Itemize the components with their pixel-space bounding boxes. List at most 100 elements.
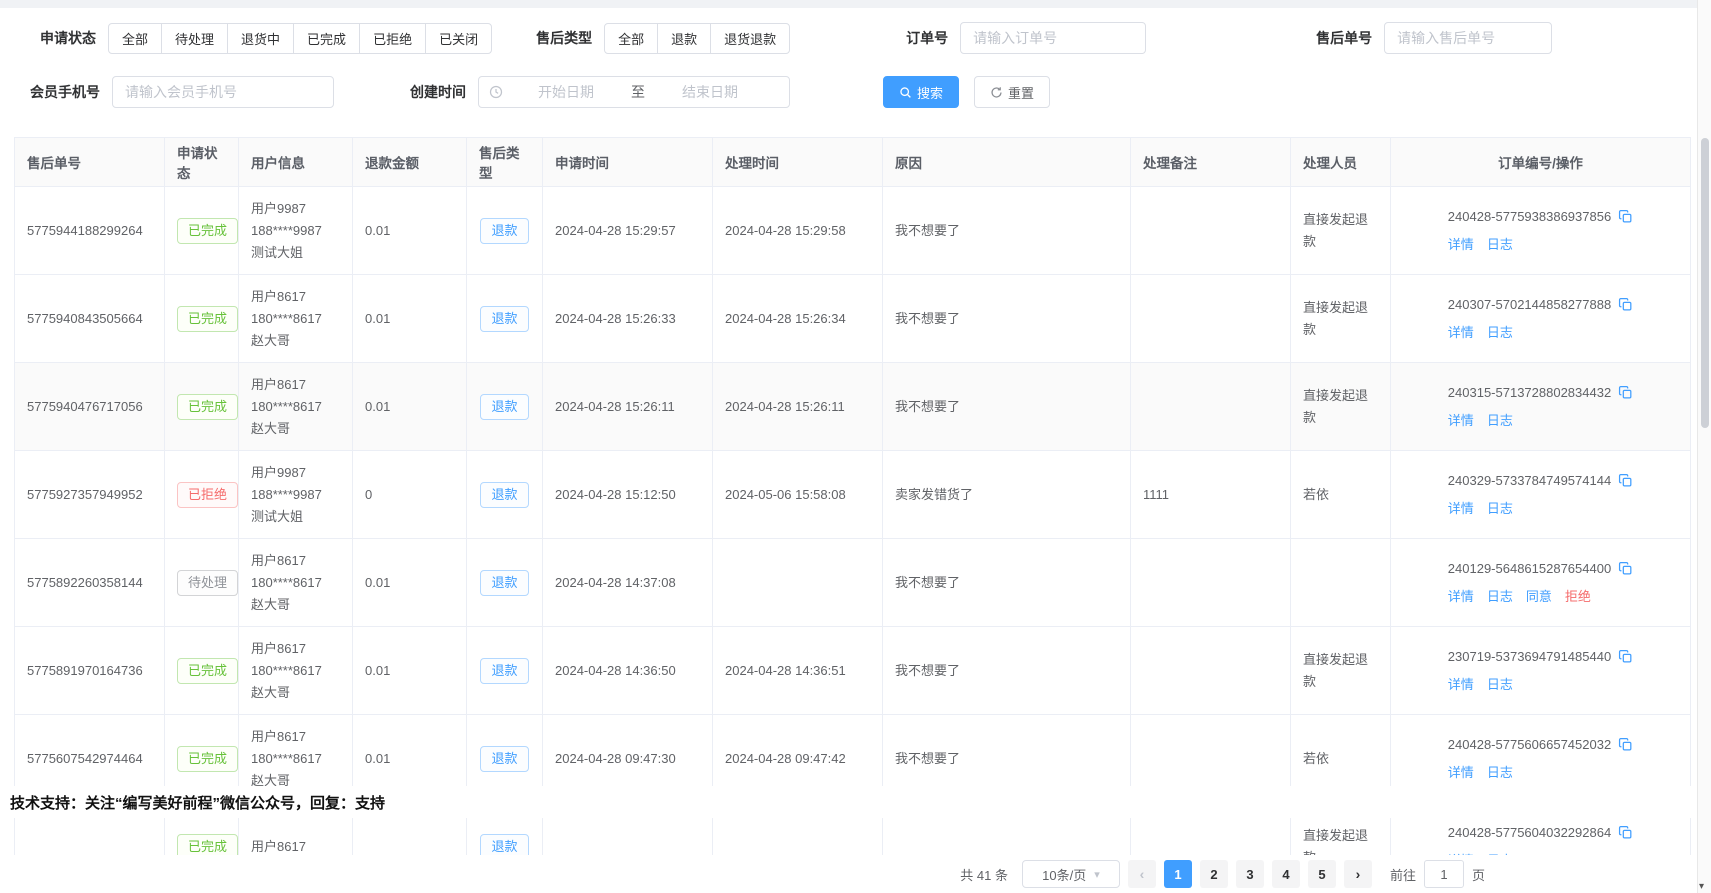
action-link-详情[interactable]: 详情 <box>1448 677 1474 692</box>
status-filter-option-0[interactable]: 全部 <box>108 23 162 54</box>
prev-page-button[interactable]: ‹ <box>1128 860 1156 888</box>
filter-panel: 申请状态 全部待处理退货中已完成已拒绝已关闭 售后类型 全部退款退货退款 订单号… <box>0 22 1711 108</box>
action-link-详情[interactable]: 详情 <box>1448 237 1474 252</box>
action-link-详情[interactable]: 详情 <box>1448 325 1474 340</box>
service-no-input[interactable] <box>1384 22 1552 54</box>
user-info-cell: 用户9987188****9987测试大姐 <box>239 187 353 275</box>
reason-cell: 我不想要了 <box>883 363 1131 451</box>
service-order-number: 5775944188299264 <box>15 187 165 275</box>
end-date-input[interactable] <box>651 84 769 100</box>
action-link-同意[interactable]: 同意 <box>1526 589 1552 604</box>
action-link-日志[interactable]: 日志 <box>1487 325 1513 340</box>
action-link-详情[interactable]: 详情 <box>1448 589 1474 604</box>
phone-input[interactable] <box>112 76 334 108</box>
type-cell: 退款 <box>467 627 543 715</box>
goto-label: 前往 <box>1390 865 1416 884</box>
type-filter-option-0[interactable]: 全部 <box>604 23 658 54</box>
next-page-button[interactable]: › <box>1344 860 1372 888</box>
user-info-line: 180****8617 <box>251 308 340 330</box>
status-filter-option-2[interactable]: 退货中 <box>227 23 294 54</box>
scrollbar-thumb[interactable] <box>1701 138 1709 428</box>
action-link-详情[interactable]: 详情 <box>1448 765 1474 780</box>
row-actions: 详情日志 <box>1448 498 1633 520</box>
order-number-text: 240428-5775604032292864 <box>1448 822 1611 844</box>
service-order-number: 5775940476717056 <box>15 363 165 451</box>
row-actions: 详情日志同意拒绝 <box>1448 586 1633 608</box>
order-no-input[interactable] <box>960 22 1146 54</box>
action-link-日志[interactable]: 日志 <box>1487 237 1513 252</box>
apply-time-cell: 2024-04-28 15:29:57 <box>543 187 713 275</box>
type-filter-option-1[interactable]: 退款 <box>657 23 711 54</box>
copy-icon[interactable] <box>1618 473 1633 488</box>
order-number: 240428-5775604032292864 <box>1448 822 1633 844</box>
table-row: 5775940476717056已完成用户8617180****8617赵大哥0… <box>15 363 1691 451</box>
user-info-line: 180****8617 <box>251 748 340 770</box>
status-filter-option-3[interactable]: 已完成 <box>293 23 360 54</box>
handler-cell: 直接发起退款 <box>1291 363 1391 451</box>
total-count: 共 41 条 <box>960 865 1008 884</box>
copy-icon[interactable] <box>1618 825 1633 840</box>
action-link-日志[interactable]: 日志 <box>1487 677 1513 692</box>
user-info-line: 用户9987 <box>251 462 340 484</box>
order-no-label: 订单号 <box>906 28 948 48</box>
goto-page-input[interactable] <box>1424 860 1464 888</box>
order-number-text: 240329-5733784749574144 <box>1448 470 1611 492</box>
start-date-input[interactable] <box>507 84 625 100</box>
type-tag: 退款 <box>480 218 528 244</box>
handle-time-cell: 2024-04-28 15:26:11 <box>713 363 883 451</box>
page-button-4[interactable]: 4 <box>1272 860 1300 888</box>
row-actions: 详情日志 <box>1448 322 1633 344</box>
copy-icon[interactable] <box>1618 209 1633 224</box>
action-link-日志[interactable]: 日志 <box>1487 765 1513 780</box>
copy-icon[interactable] <box>1618 561 1633 576</box>
user-info-line: 赵大哥 <box>251 594 340 616</box>
created-time-label: 创建时间 <box>410 82 466 102</box>
action-link-详情[interactable]: 详情 <box>1448 413 1474 428</box>
status-filter-option-5[interactable]: 已关闭 <box>425 23 492 54</box>
page-button-1[interactable]: 1 <box>1164 860 1192 888</box>
column-header-7: 原因 <box>883 138 1131 187</box>
refund-amount-cell: 0 <box>353 451 467 539</box>
type-tag: 退款 <box>480 746 528 772</box>
copy-icon[interactable] <box>1618 297 1633 312</box>
type-filter-option-2[interactable]: 退货退款 <box>710 23 790 54</box>
copy-icon[interactable] <box>1618 737 1633 752</box>
table-row: 5775927357949952已拒绝用户9987188****9987测试大姐… <box>15 451 1691 539</box>
action-link-拒绝[interactable]: 拒绝 <box>1565 589 1591 604</box>
status-filter-option-4[interactable]: 已拒绝 <box>359 23 426 54</box>
action-link-日志[interactable]: 日志 <box>1487 501 1513 516</box>
refund-amount-cell: 0.01 <box>353 539 467 627</box>
service-order-number: 5775940843505664 <box>15 275 165 363</box>
search-button[interactable]: 搜索 <box>883 76 959 108</box>
type-tag: 退款 <box>480 570 528 596</box>
status-filter-option-1[interactable]: 待处理 <box>161 23 228 54</box>
copy-icon[interactable] <box>1618 385 1633 400</box>
page-size-select[interactable]: 10条/页 ▾ <box>1022 860 1120 888</box>
status-tag: 已完成 <box>177 306 238 332</box>
order-number-text: 240428-5775938386937856 <box>1448 206 1611 228</box>
type-cell: 退款 <box>467 363 543 451</box>
reason-cell: 我不想要了 <box>883 187 1131 275</box>
search-icon <box>899 86 912 99</box>
type-tag: 退款 <box>480 482 528 508</box>
status-tag: 已拒绝 <box>177 482 238 508</box>
page-button-5[interactable]: 5 <box>1308 860 1336 888</box>
scrollbar-down-arrow[interactable]: ▾ <box>1699 881 1704 892</box>
reset-button[interactable]: 重置 <box>974 76 1050 108</box>
order-number: 230719-5373694791485440 <box>1448 646 1633 668</box>
page-button-3[interactable]: 3 <box>1236 860 1264 888</box>
action-link-日志[interactable]: 日志 <box>1487 589 1513 604</box>
row-actions: 详情日志 <box>1448 234 1633 256</box>
action-link-日志[interactable]: 日志 <box>1487 413 1513 428</box>
vertical-scrollbar[interactable]: ▾ <box>1697 0 1711 893</box>
page-button-2[interactable]: 2 <box>1200 860 1228 888</box>
user-info-cell: 用户8617180****8617赵大哥 <box>239 363 353 451</box>
date-range-picker[interactable]: 至 <box>478 76 790 108</box>
order-ops-cell: 240329-5733784749574144 详情日志 <box>1391 451 1691 539</box>
reason-cell: 我不想要了 <box>883 539 1131 627</box>
status-tag: 已完成 <box>177 658 238 684</box>
order-number-text: 240307-5702144858277888 <box>1448 294 1611 316</box>
copy-icon[interactable] <box>1618 649 1633 664</box>
table-row: 5775892260358144待处理用户8617180****8617赵大哥0… <box>15 539 1691 627</box>
action-link-详情[interactable]: 详情 <box>1448 501 1474 516</box>
